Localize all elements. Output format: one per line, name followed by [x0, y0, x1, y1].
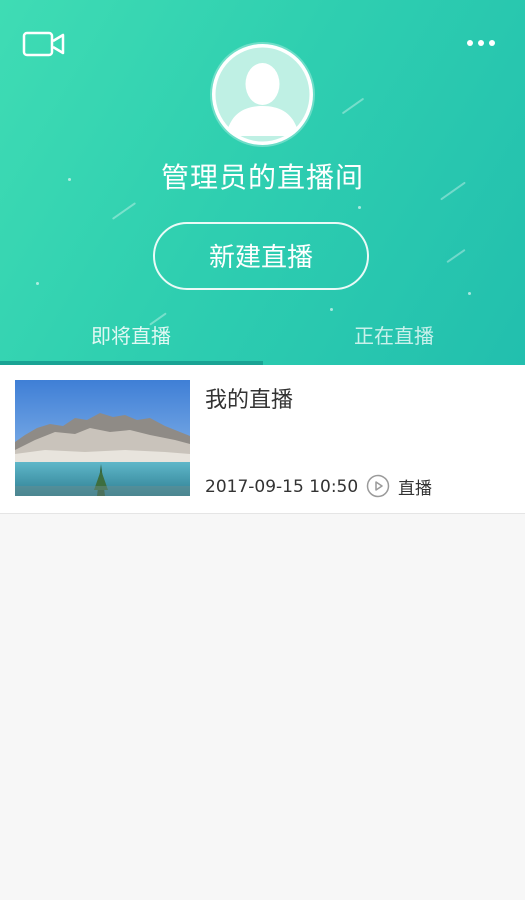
live-title: 我的直播 [205, 388, 294, 413]
decor-streak [446, 248, 466, 264]
decor-streak [111, 202, 137, 220]
avatar[interactable] [212, 44, 313, 145]
live-status-label: 直播 [398, 478, 432, 499]
room-title: 管理员的直播间 [160, 161, 364, 194]
default-avatar-icon [212, 44, 313, 145]
header-banner: 管理员的直播间 新建直播 即将直播 正在直播 [0, 0, 525, 365]
decor-dot [330, 308, 333, 311]
play-circle-icon [366, 474, 390, 498]
live-status[interactable]: 直播 [366, 473, 432, 499]
tab-upcoming-live[interactable]: 即将直播 [0, 320, 262, 349]
decor-dot [36, 282, 39, 285]
tab-current-live[interactable]: 正在直播 [263, 320, 525, 349]
decor-streak [341, 97, 365, 115]
decor-dot [468, 292, 471, 295]
live-thumbnail [15, 380, 190, 496]
more-icon[interactable] [462, 32, 502, 54]
decor-dot [358, 206, 361, 209]
live-time: 2017-09-15 10:50 [205, 477, 359, 497]
video-camera-icon[interactable] [22, 30, 66, 58]
new-live-button[interactable]: 新建直播 [153, 222, 369, 290]
mountain-lake-image [15, 380, 190, 496]
list-item[interactable]: 我的直播 2017-09-15 10:50 直播 [0, 365, 525, 514]
